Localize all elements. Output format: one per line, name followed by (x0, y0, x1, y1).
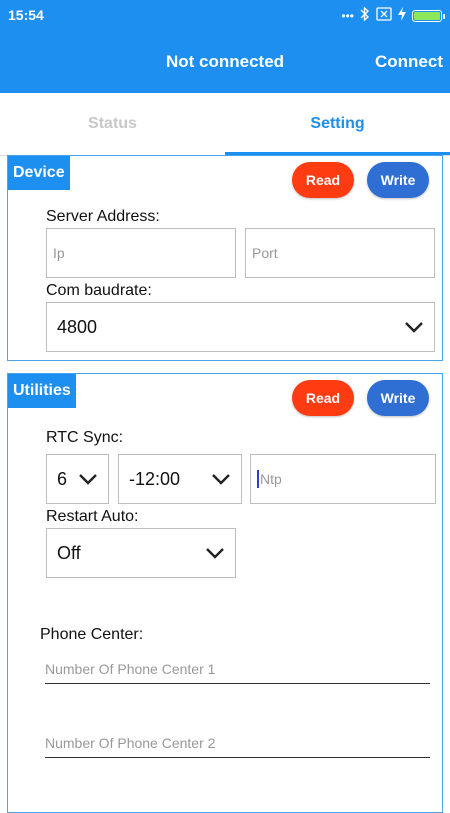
ntp-input[interactable]: Ntp (250, 454, 436, 504)
status-time: 15:54 (8, 7, 44, 23)
utilities-section: Utilities Read Write RTC Sync: 6 -12:00 … (7, 373, 443, 813)
baudrate-select[interactable]: 4800 (46, 302, 435, 352)
device-write-button[interactable]: Write (367, 162, 429, 198)
status-icons: ••• (341, 5, 445, 27)
chevron-down-icon (212, 474, 230, 485)
chevron-down-icon (405, 322, 423, 333)
phone-center-label: Phone Center: (40, 626, 144, 643)
app-bar: Not connected Connect (0, 31, 450, 93)
tab-setting[interactable]: Setting (225, 93, 450, 155)
restart-auto-select[interactable]: Off (46, 528, 236, 578)
tab-bar: Status Setting (0, 93, 450, 156)
tab-status[interactable]: Status (0, 93, 225, 155)
restart-auto-value: Off (57, 542, 81, 563)
ip-placeholder: Ip (53, 245, 65, 261)
bluetooth-icon (360, 5, 370, 27)
rtc-sync-select[interactable]: 6 (46, 454, 109, 504)
baudrate-label: Com baudrate: (46, 282, 152, 299)
baudrate-value: 4800 (57, 316, 98, 337)
utilities-read-button[interactable]: Read (292, 380, 354, 416)
rtc-sync-label: RTC Sync: (46, 429, 124, 446)
utilities-write-button[interactable]: Write (367, 380, 429, 416)
device-section-label: Device (8, 156, 70, 190)
ip-input[interactable]: Ip (46, 228, 236, 278)
ntp-placeholder: Ntp (260, 471, 282, 487)
restart-auto-label: Restart Auto: (46, 508, 139, 525)
port-input[interactable]: Port (245, 228, 435, 278)
dots-icon: ••• (341, 9, 354, 23)
phone-center-1-placeholder: Number Of Phone Center 1 (45, 661, 216, 677)
port-placeholder: Port (252, 245, 278, 261)
sim-x-icon (376, 6, 392, 26)
device-read-button[interactable]: Read (292, 162, 354, 198)
phone-center-2-input[interactable]: Number Of Phone Center 2 (45, 735, 430, 758)
chevron-down-icon (79, 474, 97, 485)
connect-button[interactable]: Connect (375, 52, 443, 72)
battery-fill (414, 12, 440, 20)
utilities-section-label: Utilities (8, 374, 76, 408)
timezone-select[interactable]: -12:00 (118, 454, 242, 504)
status-bar: 15:54 ••• (0, 0, 450, 31)
charging-icon (398, 6, 406, 26)
server-address-label: Server Address: (46, 208, 160, 225)
battery-icon (412, 10, 445, 22)
device-section: Device Read Write Server Address: Ip Por… (7, 155, 443, 361)
rtc-sync-value: 6 (57, 468, 68, 489)
phone-center-1-input[interactable]: Number Of Phone Center 1 (45, 661, 430, 684)
timezone-value: -12:00 (129, 468, 181, 489)
phone-center-2-placeholder: Number Of Phone Center 2 (45, 735, 216, 751)
text-cursor (257, 470, 259, 488)
chevron-down-icon (206, 548, 224, 559)
